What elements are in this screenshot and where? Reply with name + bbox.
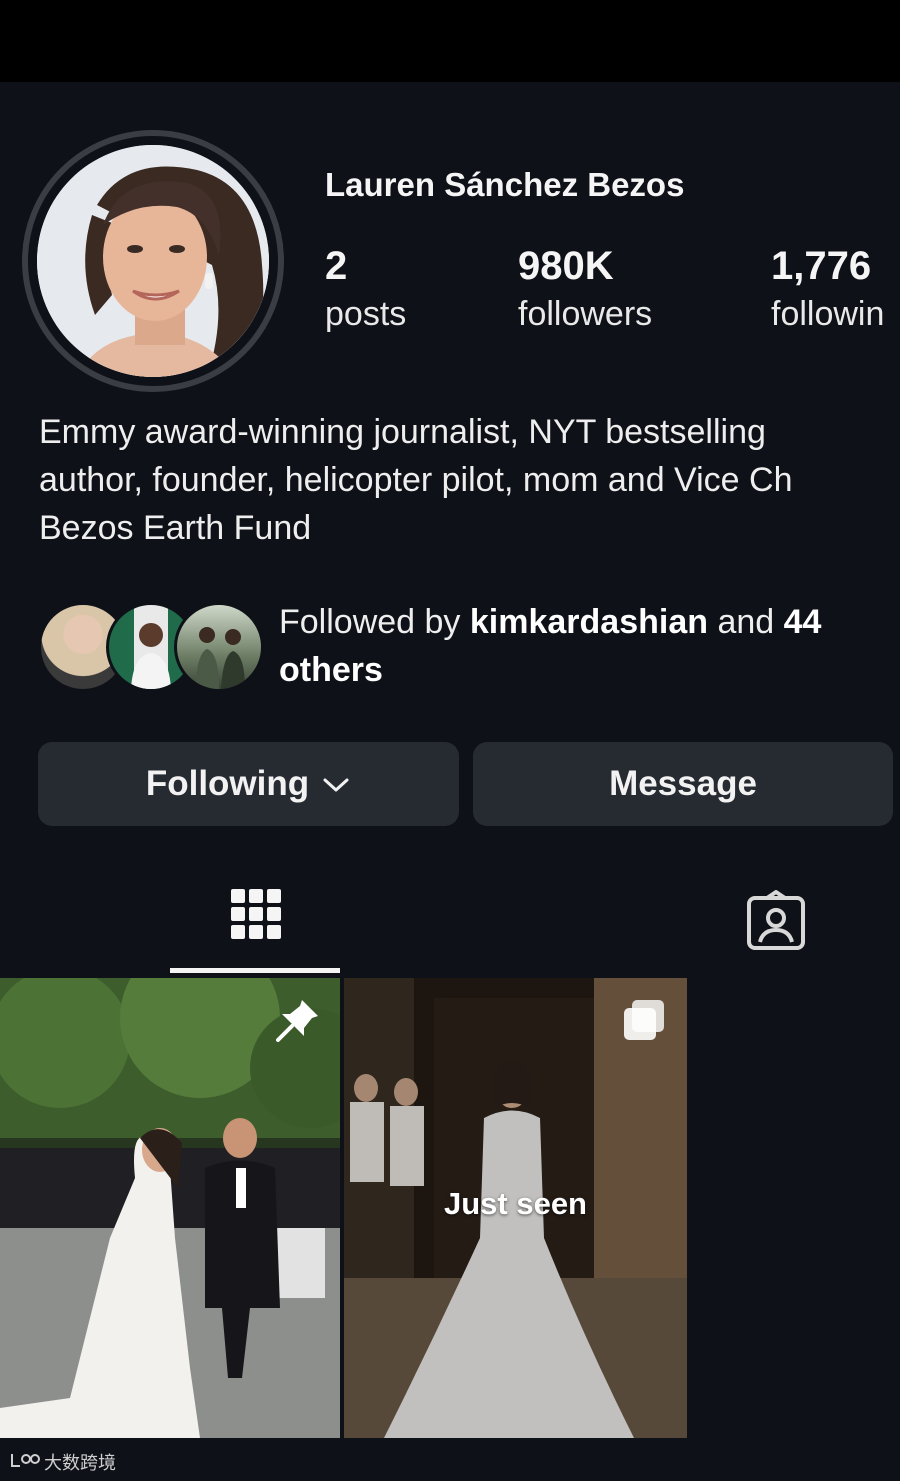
tagged-icon bbox=[745, 890, 807, 957]
message-button-label: Message bbox=[609, 764, 757, 803]
post-thumbnail[interactable]: Just seen bbox=[344, 978, 687, 1438]
profile-screen: Lauren Sánchez Bezos 2 posts 980K follow… bbox=[0, 82, 900, 1481]
followed-by-text[interactable]: Followed by kimkardashian and 44 others bbox=[279, 598, 899, 694]
followed-by-and: and bbox=[717, 603, 775, 641]
carousel-icon bbox=[622, 998, 666, 1047]
watermark-text: 大数跨境 bbox=[44, 1453, 116, 1473]
profile-bio: Emmy award-winning journalist, NYT bests… bbox=[39, 408, 900, 552]
pin-icon bbox=[274, 996, 322, 1049]
watermark-logo-icon bbox=[10, 1451, 40, 1474]
followed-by-user[interactable]: kimkardashian bbox=[470, 603, 708, 641]
grid-icon bbox=[231, 889, 281, 954]
mutual-avatar bbox=[174, 602, 264, 692]
stat-followers-value: 980K bbox=[518, 244, 614, 288]
followed-by-count: 44 bbox=[783, 603, 822, 641]
status-bar bbox=[0, 0, 900, 82]
stat-following[interactable]: 1,776 followin bbox=[771, 242, 884, 338]
chevron-down-icon bbox=[321, 764, 351, 804]
stat-following-value: 1,776 bbox=[771, 244, 872, 288]
profile-avatar bbox=[37, 145, 269, 377]
followed-by-prefix: Followed by bbox=[279, 603, 461, 641]
following-button-label: Following bbox=[145, 764, 310, 803]
bio-line: Emmy award-winning journalist, NYT bests… bbox=[39, 413, 766, 451]
mutual-followers-avatars[interactable] bbox=[38, 602, 264, 692]
stat-posts[interactable]: 2 posts bbox=[325, 242, 406, 338]
profile-avatar-ring[interactable] bbox=[22, 130, 284, 392]
following-button[interactable]: Following bbox=[38, 742, 459, 826]
bio-line: Bezos Earth Fund bbox=[39, 509, 312, 547]
post-thumbnail[interactable] bbox=[0, 978, 340, 1438]
watermark: 大数跨境 bbox=[10, 1449, 116, 1475]
stat-following-label: followin bbox=[771, 295, 885, 333]
just-seen-label: Just seen bbox=[443, 1186, 587, 1221]
active-tab-indicator bbox=[170, 968, 340, 973]
tab-posts-grid[interactable] bbox=[170, 872, 340, 978]
stat-followers-label: followers bbox=[518, 295, 653, 333]
tab-tagged[interactable] bbox=[690, 872, 860, 978]
followed-by-others: others bbox=[279, 651, 383, 689]
stat-followers[interactable]: 980K followers bbox=[518, 242, 652, 338]
message-button[interactable]: Message bbox=[473, 742, 893, 826]
bio-line: author, founder, helicopter pilot, mom a… bbox=[39, 461, 793, 499]
stat-posts-label: posts bbox=[325, 295, 407, 333]
stat-posts-value: 2 bbox=[325, 244, 348, 288]
profile-name: Lauren Sánchez Bezos bbox=[325, 166, 685, 203]
